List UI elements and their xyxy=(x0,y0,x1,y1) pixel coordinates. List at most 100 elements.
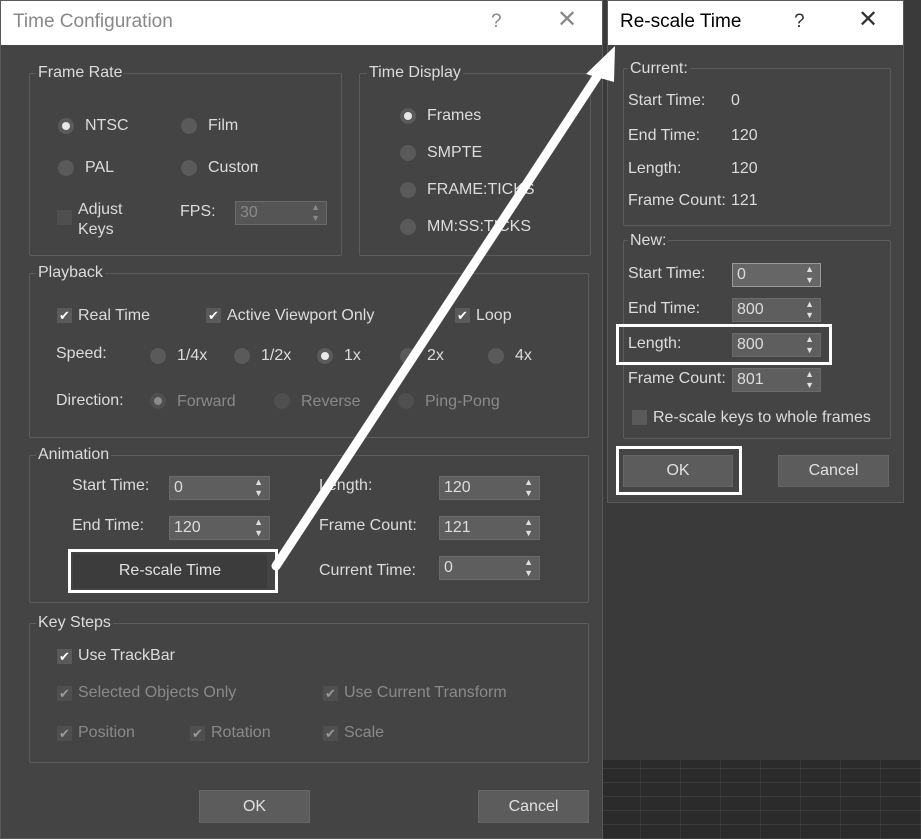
custom-label: Custom xyxy=(208,159,258,176)
spinner-arrows-icon[interactable]: ▲ ▼ xyxy=(524,557,533,579)
rescale-time-dialog: Re-scale Time ? ✕ Current: Start Time: 0… xyxy=(607,0,904,503)
cancel-button[interactable]: Cancel xyxy=(478,790,589,823)
current-length-label: Length: xyxy=(628,160,682,177)
spinner-arrows-icon[interactable]: ▲ ▼ xyxy=(254,517,263,539)
length-label: Length: xyxy=(319,477,373,494)
spinner-arrows-icon[interactable]: ▲ ▼ xyxy=(805,334,814,356)
real-time-checkbox[interactable]: ✔ xyxy=(57,308,72,323)
spinner-arrows-icon[interactable]: ▲ ▼ xyxy=(805,299,814,321)
spinner-arrows-icon[interactable]: ▲ ▼ xyxy=(524,517,533,539)
current-start-time-value: 0 xyxy=(731,92,740,109)
length-spinner[interactable]: 120 ▲ ▼ xyxy=(439,476,540,500)
rotation-label: Rotation xyxy=(211,724,271,741)
smpte-label: SMPTE xyxy=(427,144,483,161)
new-frame-count-label: Frame Count: xyxy=(628,370,726,387)
mm-ss-ticks-radio[interactable] xyxy=(400,219,416,235)
rotation-checkbox[interactable]: ✔ xyxy=(190,726,205,741)
pal-label: PAL xyxy=(85,159,115,176)
film-radio[interactable] xyxy=(181,118,197,134)
fps-value: 30 xyxy=(240,204,258,221)
active-viewport-only-label: Active Viewport Only xyxy=(227,307,375,324)
smpte-radio[interactable] xyxy=(400,145,416,161)
end-time-spinner[interactable]: 120 ▲ ▼ xyxy=(169,516,270,540)
fps-spinner[interactable]: 30 ▲ ▼ xyxy=(235,201,327,225)
ping-pong-label: Ping-Pong xyxy=(425,393,500,410)
speed-4x-label: 4x xyxy=(515,347,532,364)
close-icon[interactable]: ✕ xyxy=(557,5,577,34)
current-start-time-label: Start Time: xyxy=(628,92,706,109)
use-current-transform-label: Use Current Transform xyxy=(344,684,507,701)
frames-radio[interactable] xyxy=(400,108,416,124)
help-button[interactable]: ? xyxy=(491,11,502,33)
speed-half-radio[interactable] xyxy=(234,348,250,364)
new-end-time-spinner[interactable]: 800 ▲ ▼ xyxy=(732,298,821,322)
current-frame-count-label: Frame Count: xyxy=(628,192,726,209)
time-display-label: Time Display xyxy=(367,64,463,82)
frame-ticks-radio[interactable] xyxy=(400,182,416,198)
speed-1x-radio[interactable] xyxy=(317,348,333,364)
selected-objects-only-label: Selected Objects Only xyxy=(78,684,237,701)
adjust-keys-checkbox[interactable] xyxy=(57,210,72,225)
spinner-arrows-icon[interactable]: ▲ ▼ xyxy=(805,369,814,391)
end-time-value: 120 xyxy=(174,519,201,536)
ok-button[interactable]: OK xyxy=(199,790,310,823)
new-end-time-label: End Time: xyxy=(628,300,701,317)
rescale-ok-button[interactable]: OK xyxy=(623,455,733,487)
use-trackbar-label: Use TrackBar xyxy=(78,647,175,664)
use-current-transform-checkbox[interactable]: ✔ xyxy=(323,686,338,701)
title-bar: Time Configuration ? ✕ xyxy=(1,1,602,45)
scale-checkbox[interactable]: ✔ xyxy=(323,726,338,741)
pal-radio[interactable] xyxy=(58,160,74,176)
speed-quarter-radio[interactable] xyxy=(150,348,166,364)
adjust-keys-label: Adjust Keys xyxy=(78,201,123,238)
spinner-arrows-icon[interactable]: ▲ ▼ xyxy=(805,264,814,286)
current-label: Current: xyxy=(628,60,690,78)
new-length-spinner[interactable]: 800 ▲ ▼ xyxy=(732,333,821,357)
new-frame-count-value: 801 xyxy=(737,371,764,388)
frame-count-spinner[interactable]: 121 ▲ ▼ xyxy=(439,516,540,540)
speed-label: Speed: xyxy=(56,345,107,362)
spinner-arrows-icon[interactable]: ▲ ▼ xyxy=(254,477,263,499)
end-time-label: End Time: xyxy=(72,517,145,534)
new-frame-count-spinner[interactable]: 801 ▲ ▼ xyxy=(732,368,821,392)
rescale-time-button[interactable]: Re-scale Time xyxy=(73,554,267,588)
frame-count-label: Frame Count: xyxy=(319,517,417,534)
loop-checkbox[interactable]: ✔ xyxy=(455,308,470,323)
current-time-value: 0 xyxy=(444,559,453,576)
real-time-label: Real Time xyxy=(78,307,151,324)
new-start-time-spinner[interactable]: 0 ▲ ▼ xyxy=(732,263,821,287)
speed-2x-radio[interactable] xyxy=(400,348,416,364)
use-trackbar-checkbox[interactable]: ✔ xyxy=(57,649,72,664)
rescale-close-icon[interactable]: ✕ xyxy=(858,5,878,34)
key-steps-label: Key Steps xyxy=(36,614,113,632)
loop-label: Loop xyxy=(476,307,512,324)
playback-label: Playback xyxy=(36,264,105,282)
mm-ss-ticks-label: MM:SS:TICKS xyxy=(427,218,532,235)
viewport-grid xyxy=(600,760,921,839)
length-value: 120 xyxy=(444,479,471,496)
forward-label: Forward xyxy=(177,393,236,410)
ping-pong-radio[interactable] xyxy=(398,393,414,409)
spinner-arrows-icon[interactable]: ▲ ▼ xyxy=(311,202,320,224)
rescale-cancel-button[interactable]: Cancel xyxy=(778,455,889,487)
speed-quarter-label: 1/4x xyxy=(177,347,208,364)
rescale-keys-checkbox[interactable] xyxy=(632,410,647,425)
start-time-spinner[interactable]: 0 ▲ ▼ xyxy=(169,476,270,500)
scale-label: Scale xyxy=(344,724,385,741)
speed-4x-radio[interactable] xyxy=(488,348,504,364)
spinner-arrows-icon[interactable]: ▲ ▼ xyxy=(524,477,533,499)
speed-2x-label: 2x xyxy=(427,347,444,364)
active-viewport-only-checkbox[interactable]: ✔ xyxy=(206,308,221,323)
animation-label: Animation xyxy=(36,446,112,464)
rescale-help-button[interactable]: ? xyxy=(794,11,805,33)
current-end-time-value: 120 xyxy=(731,127,758,144)
position-checkbox[interactable]: ✔ xyxy=(57,726,72,741)
forward-radio[interactable] xyxy=(150,393,166,409)
reverse-radio[interactable] xyxy=(274,393,290,409)
reverse-label: Reverse xyxy=(301,393,361,410)
selected-objects-only-checkbox[interactable]: ✔ xyxy=(57,686,72,701)
ntsc-radio[interactable] xyxy=(58,118,74,134)
current-time-spinner[interactable]: 0 ▲ ▼ xyxy=(439,556,540,580)
custom-radio[interactable] xyxy=(181,160,197,176)
new-end-time-value: 800 xyxy=(737,301,764,318)
